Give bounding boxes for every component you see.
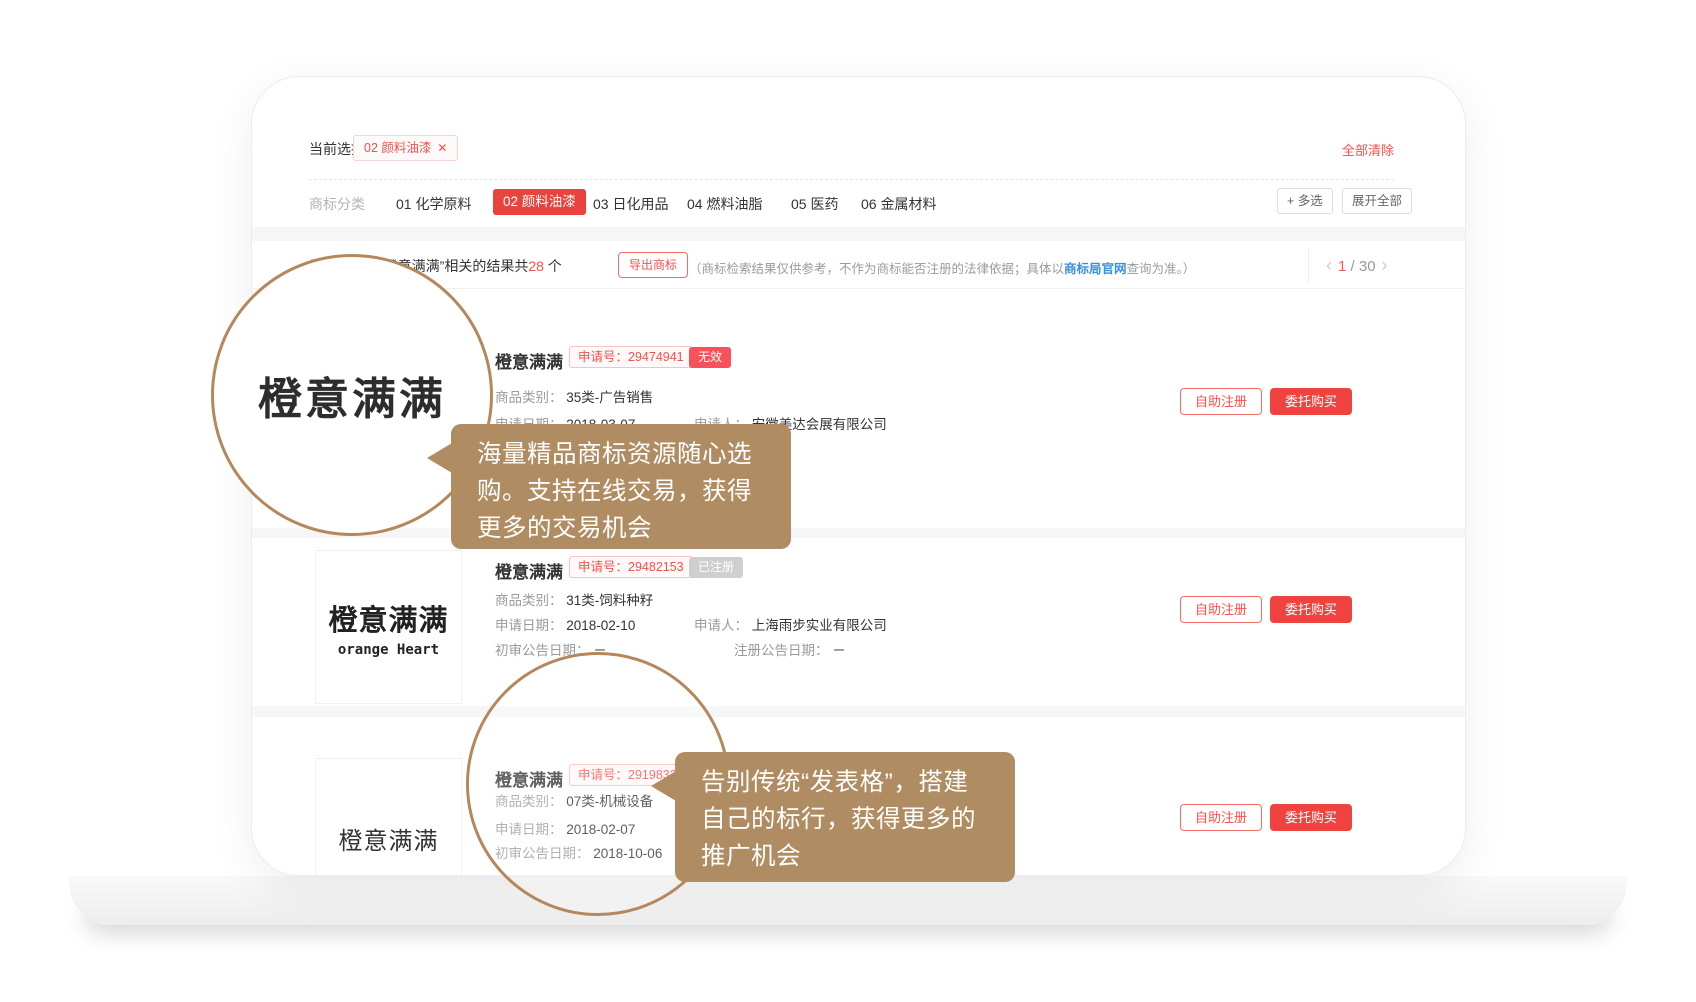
selected-filter-chip[interactable]: 02 颜料油漆 ✕ — [353, 135, 458, 161]
trademark-image-2[interactable]: 橙意满满 orange Heart — [315, 550, 462, 704]
export-trademark-button[interactable]: 导出商标 — [618, 252, 688, 278]
application-number-tag-1: 申请号：29474941 — [569, 346, 693, 368]
apply-date-label: 申请日期： — [495, 618, 563, 633]
disclaimer-before: （商标检索结果仅供参考，不作为商标能否注册的法律依据；具体以 — [689, 262, 1064, 276]
magnified-trademark-text: 橙意满满 — [258, 363, 446, 427]
status-badge-registered: 已注册 — [689, 557, 743, 578]
appno-label: 申请号： — [578, 350, 628, 364]
row-gap — [252, 528, 1465, 538]
selected-filter-chip-text: 02 颜料油漆 — [364, 141, 431, 155]
chip-close-icon[interactable]: ✕ — [437, 141, 447, 155]
laptop-base — [69, 876, 1627, 925]
reg-pub-value: － — [832, 643, 846, 658]
disclaimer-after: 查询为准。） — [1127, 262, 1196, 276]
laptop-mockup: 当前选择 02 颜料油漆✕ 全部清除 商标分类 01 化学原料 02 颜料油漆 … — [0, 0, 1696, 1002]
tooltip-arrow-icon — [651, 771, 676, 801]
category-tab-02-selected[interactable]: 02 颜料油漆 — [493, 189, 586, 215]
status-badge-invalid: 无效 — [689, 347, 731, 368]
appno-label: 申请号： — [578, 560, 628, 574]
applicant-label: 申请人： — [694, 618, 748, 633]
trademark-name-1[interactable]: 橙意满满 — [495, 348, 563, 373]
trademark-image-text-2: 橙意满满 — [328, 597, 448, 639]
total-pages: 30 — [1359, 258, 1376, 275]
category-label: 商品类别： — [495, 390, 563, 405]
appno-value: 29482153 — [628, 560, 684, 574]
results-summary-suffix: 个 — [544, 258, 562, 274]
category-tab-05[interactable]: 05 医药 — [791, 194, 838, 214]
row-actions-1: 自助注册 委托购买 — [1180, 388, 1352, 415]
row-gap — [252, 706, 1465, 717]
trademark-image-3[interactable]: 橙意满满 — [315, 758, 462, 876]
page-separator: / — [1346, 258, 1359, 275]
self-register-button-2[interactable]: 自助注册 — [1180, 596, 1262, 623]
entrust-buy-button-2[interactable]: 委托购买 — [1270, 596, 1352, 623]
category-tab-03[interactable]: 03 日化用品 — [593, 194, 668, 214]
self-register-button-3[interactable]: 自助注册 — [1180, 804, 1262, 831]
applicant-value: 上海雨步实业有限公司 — [752, 618, 887, 633]
category-tab-01[interactable]: 01 化学原料 — [396, 194, 471, 214]
category-value: 35类-广告销售 — [566, 390, 653, 405]
result-row-2: 橙意满满 orange Heart 橙意满满 申请号：29482153 已注册 … — [252, 538, 1465, 706]
pagination: ‹1 / 30› — [1320, 255, 1394, 276]
entrust-buy-button-3[interactable]: 委托购买 — [1270, 804, 1352, 831]
trademark-name-2[interactable]: 橙意满满 — [495, 558, 563, 583]
next-page-icon[interactable]: › — [1376, 255, 1394, 275]
category-tab-04[interactable]: 04 燃料油脂 — [687, 194, 762, 214]
disclaimer-text: （商标检索结果仅供参考，不作为商标能否注册的法律依据；具体以商标局官网查询为准。… — [689, 258, 1195, 277]
category-label: 商品类别： — [495, 593, 563, 608]
trademark-office-link[interactable]: 商标局官网 — [1064, 262, 1127, 276]
section-gap — [252, 227, 1465, 241]
trademark-image-text-3: 橙意满满 — [339, 821, 439, 856]
apply-date-value: 2018-02-10 — [566, 618, 635, 633]
category-bar-label: 商标分类 — [309, 194, 365, 214]
self-register-button-1[interactable]: 自助注册 — [1180, 388, 1262, 415]
reg-pub-2: 注册公告日期： － — [734, 639, 846, 659]
tooltip-marketplace-text: 海量精品商标资源随心选 购。支持在线交易，获得 更多的交易机会 — [477, 441, 752, 542]
tooltip-promotion-text: 告别传统“发表格”，搭建 自己的标行，获得更多的 推广机会 — [701, 769, 976, 870]
header-divider — [1308, 247, 1309, 283]
tooltip-promotion: 告别传统“发表格”，搭建 自己的标行，获得更多的 推广机会 — [675, 752, 1015, 882]
results-count: 28 — [528, 258, 544, 274]
tooltip-marketplace: 海量精品商标资源随心选 购。支持在线交易，获得 更多的交易机会 — [451, 424, 791, 549]
prev-page-icon[interactable]: ‹ — [1320, 255, 1338, 275]
entrust-buy-button-1[interactable]: 委托购买 — [1270, 388, 1352, 415]
trademark-image-subtext-2: orange Heart — [338, 642, 439, 658]
category-value: 31类-饲料种籽 — [566, 593, 653, 608]
clear-all-link[interactable]: 全部清除 — [1342, 140, 1394, 159]
row-actions-2: 自助注册 委托购买 — [1180, 596, 1352, 623]
reg-pub-label: 注册公告日期： — [734, 643, 829, 658]
appno-value: 29474941 — [628, 350, 684, 364]
tooltip-arrow-icon — [427, 443, 452, 473]
applicant-2: 申请人： 上海雨步实业有限公司 — [694, 614, 887, 634]
multi-select-button[interactable]: + 多选 — [1277, 188, 1333, 214]
row-actions-3: 自助注册 委托购买 — [1180, 804, 1352, 831]
dashed-divider — [309, 179, 1394, 180]
category-tab-06[interactable]: 06 金属材料 — [861, 194, 936, 214]
application-number-tag-2: 申请号：29482153 — [569, 556, 693, 578]
expand-all-button[interactable]: 展开全部 — [1342, 188, 1412, 214]
